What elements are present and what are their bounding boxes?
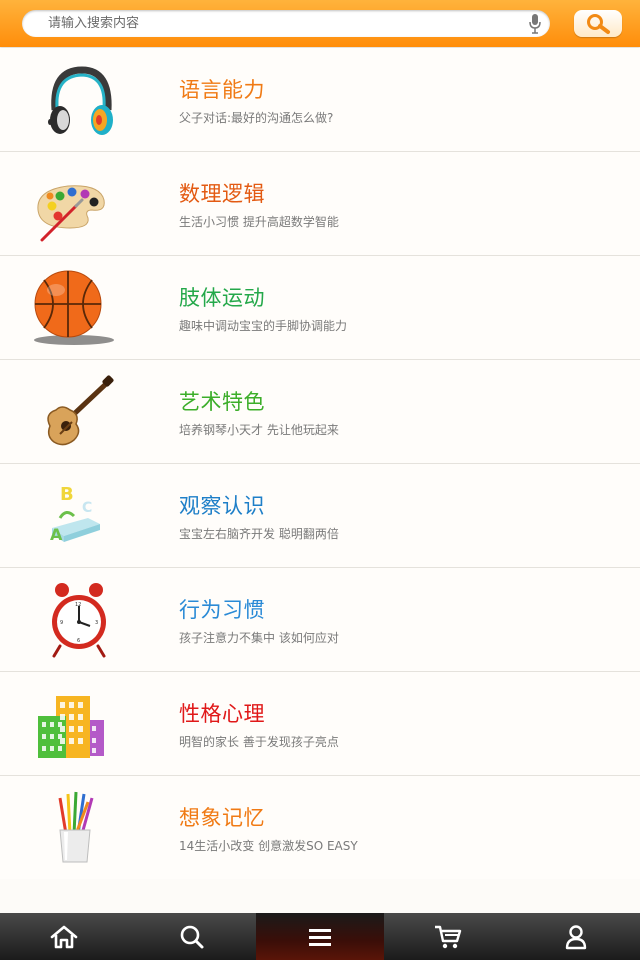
category-title: 性格心理 <box>179 702 265 726</box>
abc-blocks-icon: B C A <box>50 484 100 544</box>
tab-home[interactable] <box>0 913 128 960</box>
category-desc: 孩子注意力不集中 该如何应对 <box>179 631 339 645</box>
svg-text:12: 12 <box>75 602 81 608</box>
search-icon <box>587 14 610 34</box>
category-title: 观察认识 <box>179 494 265 518</box>
category-desc: 培养钢琴小天才 先让他玩起来 <box>179 423 339 437</box>
category-title: 肢体运动 <box>179 286 265 310</box>
home-icon <box>50 925 78 948</box>
search-input[interactable] <box>48 10 528 37</box>
svg-text:A: A <box>50 525 63 544</box>
category-item-personality[interactable]: 性格心理 明智的家长 善于发现孩子亮点 <box>0 672 640 776</box>
svg-text:B: B <box>60 484 74 505</box>
svg-text:C: C <box>82 500 92 516</box>
tab-cart[interactable] <box>384 913 512 960</box>
search-icon <box>180 925 204 948</box>
tab-user[interactable] <box>512 913 640 960</box>
category-title: 想象记忆 <box>179 806 265 830</box>
bottom-tab-bar <box>0 913 640 960</box>
category-item-art[interactable]: 艺术特色 培养钢琴小天才 先让他玩起来 <box>0 360 640 464</box>
category-item-imagination[interactable]: 想象记忆 14生活小改变 创意激发SO EASY <box>0 776 640 879</box>
category-desc: 宝宝左右脑齐开发 聪明翻两倍 <box>179 527 339 541</box>
category-desc: 14生活小改变 创意激发SO EASY <box>179 839 358 853</box>
category-item-habit[interactable]: 12 3 6 9 行为习惯 孩子注意力不集中 该如何应对 <box>0 568 640 672</box>
category-desc: 父子对话:最好的沟通怎么做? <box>179 111 334 125</box>
search-button[interactable] <box>574 10 622 37</box>
cart-icon <box>435 925 462 948</box>
category-desc: 明智的家长 善于发现孩子亮点 <box>179 735 339 749</box>
category-item-motor[interactable]: 肢体运动 趣味中调动宝宝的手脚协调能力 <box>0 256 640 360</box>
menu-icon <box>309 928 331 946</box>
guitar-icon <box>47 375 114 446</box>
category-item-observe[interactable]: B C A 观察认识 宝宝左右脑齐开发 聪明翻两倍 <box>0 464 640 568</box>
category-list: 语言能力 父子对话:最好的沟通怎么做? 数理逻辑 生活小习惯 提升高超数学智能 <box>0 48 640 879</box>
buildings-icon <box>38 696 104 758</box>
svg-text:9: 9 <box>60 620 63 626</box>
headphones-icon <box>48 66 113 135</box>
basketball-icon <box>34 270 114 345</box>
user-icon <box>565 924 587 949</box>
category-title: 语言能力 <box>179 78 265 102</box>
category-title: 艺术特色 <box>179 390 265 414</box>
svg-text:3: 3 <box>95 620 98 626</box>
category-desc: 趣味中调动宝宝的手脚协调能力 <box>179 319 348 333</box>
microphone-icon[interactable] <box>528 13 542 35</box>
alarm-clock-icon: 12 3 6 9 <box>52 583 106 658</box>
tab-menu[interactable] <box>256 913 384 960</box>
category-title: 行为习惯 <box>179 598 265 622</box>
category-item-language[interactable]: 语言能力 父子对话:最好的沟通怎么做? <box>0 48 640 152</box>
category-item-logic[interactable]: 数理逻辑 生活小习惯 提升高超数学智能 <box>0 152 640 256</box>
category-title: 数理逻辑 <box>179 182 265 206</box>
search-box[interactable] <box>22 10 550 37</box>
paint-palette-icon <box>37 185 105 242</box>
svg-text:6: 6 <box>77 638 80 644</box>
top-bar <box>0 0 640 47</box>
tab-search[interactable] <box>128 913 256 960</box>
pencil-cup-icon <box>58 791 94 863</box>
category-desc: 生活小习惯 提升高超数学智能 <box>179 215 339 229</box>
